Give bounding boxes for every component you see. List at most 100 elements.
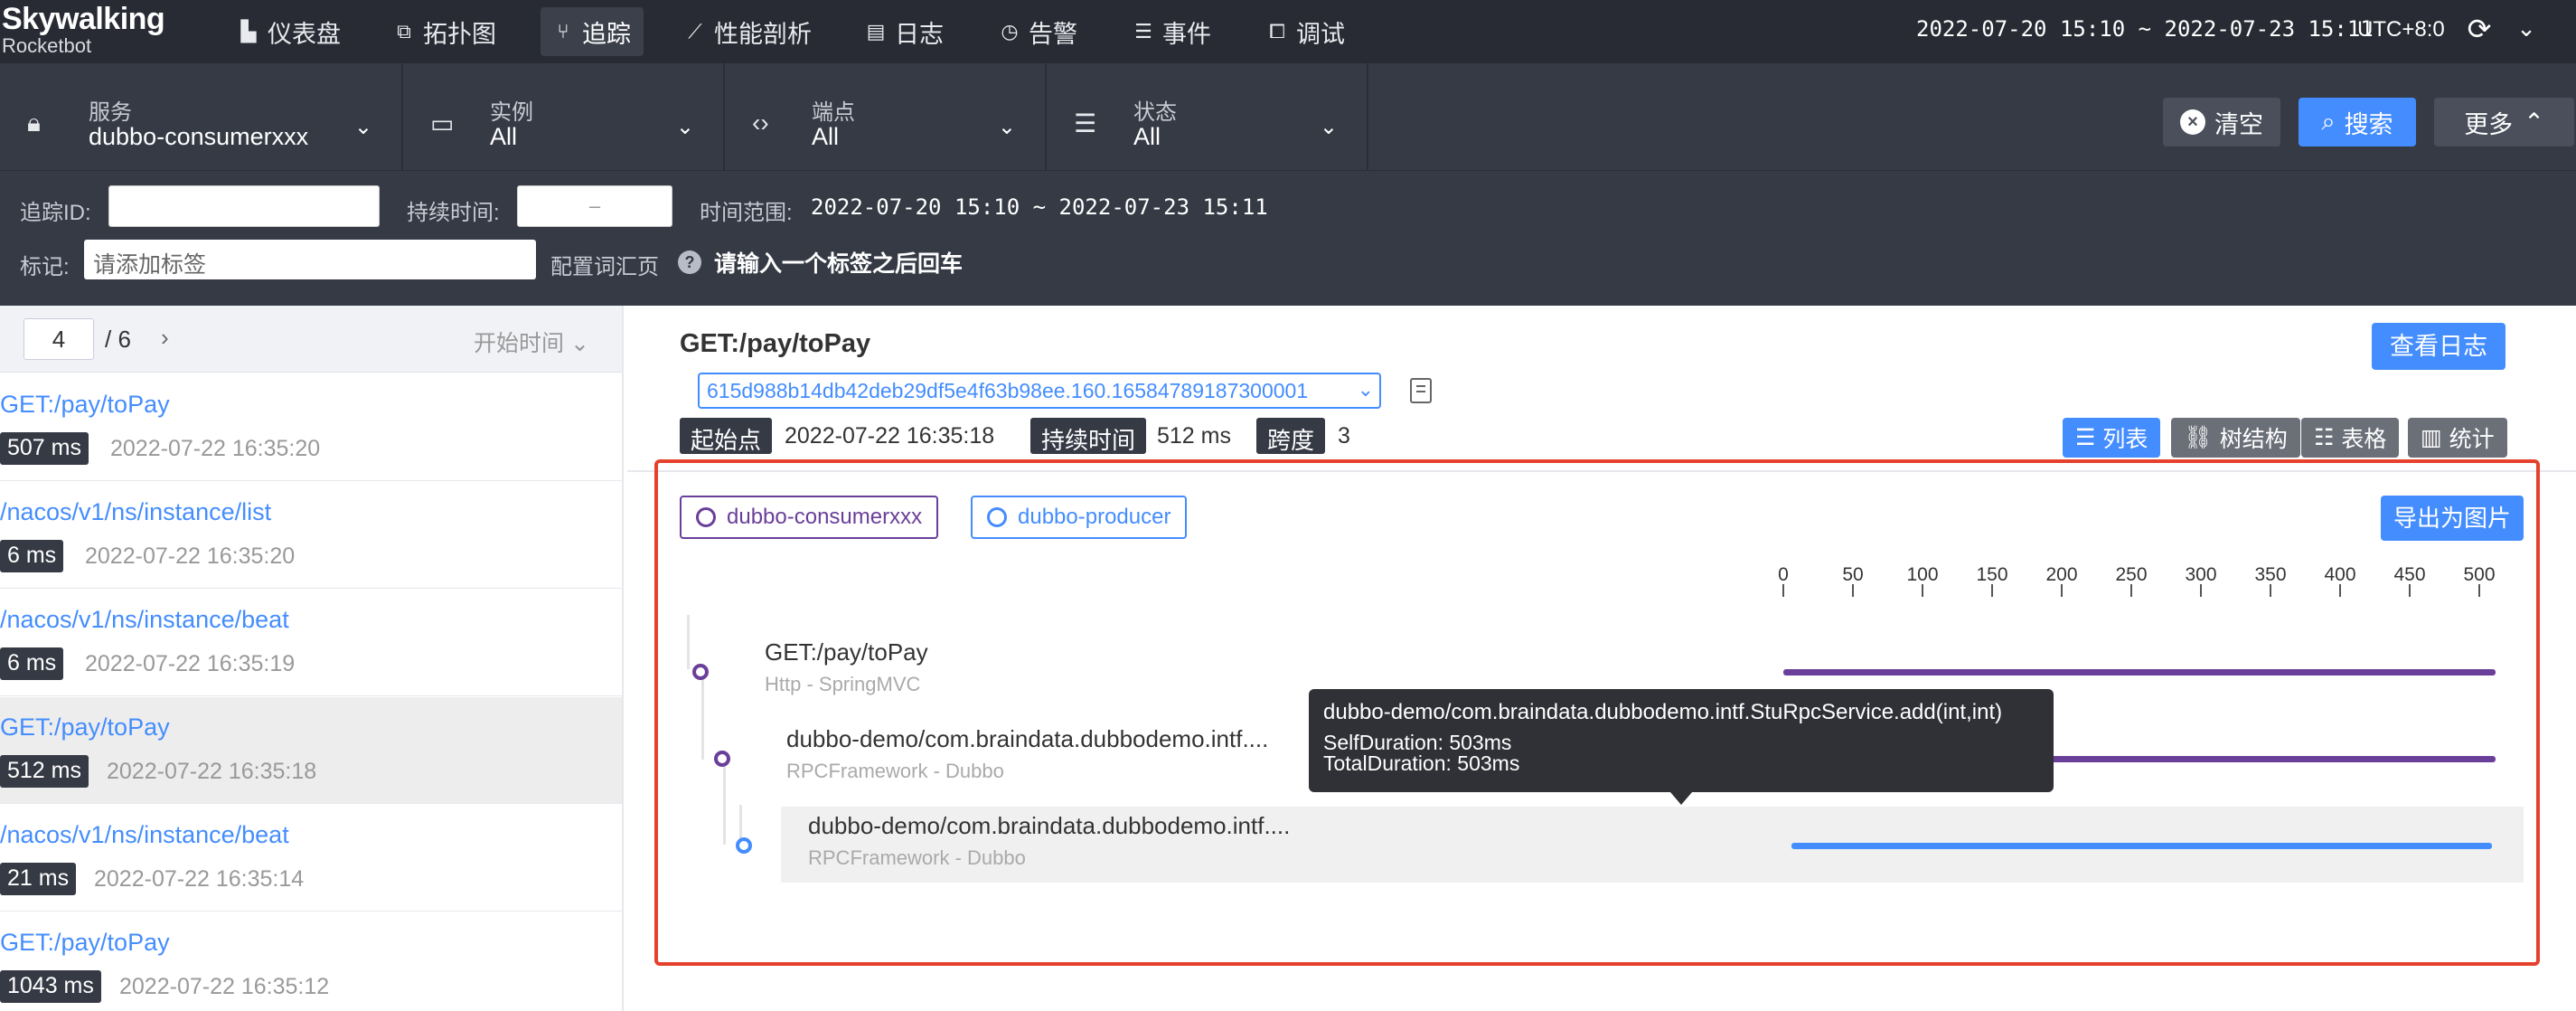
view-mode-table[interactable]: ☷ 表格 [2301, 418, 2400, 458]
axis-tick [1922, 584, 1923, 597]
service-icon: 🔒︎ [27, 109, 41, 137]
span-node-dot[interactable] [736, 837, 752, 854]
axis-tick-label: 300 [2185, 564, 2217, 585]
nav-item[interactable]: ◷ 告警 [987, 7, 1090, 56]
trace-name[interactable]: /nacos/v1/ns/instance/list [0, 498, 271, 526]
trace-list-item[interactable]: /nacos/v1/ns/instance/beat 21 ms 2022-07-2… [0, 805, 622, 912]
export-image-button[interactable]: 导出为图片 [2381, 496, 2524, 541]
trace-duration-badge: 512 ms [0, 755, 89, 788]
chevron-down-icon[interactable]: ⌄ [2511, 14, 2542, 45]
trace-list-item[interactable]: /nacos/v1/ns/instance/list 6 ms 2022-07-22… [0, 482, 622, 589]
span-name[interactable]: dubbo-demo/com.braindata.dubbodemo.intf.… [808, 812, 1290, 840]
trace-name[interactable]: /nacos/v1/ns/instance/beat [0, 821, 289, 849]
trace-list-item[interactable]: /nacos/v1/ns/instance/beat 6 ms 2022-07-22… [0, 590, 622, 696]
event-icon: ☰ [1134, 20, 1152, 43]
trace-id-input[interactable] [108, 185, 380, 227]
help-icon[interactable]: ? [678, 250, 701, 274]
nav-item-label: 拓扑图 [423, 20, 496, 48]
search-button[interactable]: ⌕ 搜索 [2299, 98, 2416, 146]
span-name[interactable]: dubbo-demo/com.braindata.dubbodemo.intf.… [786, 725, 1268, 753]
chevron-down-icon: ⌄ [1357, 378, 1374, 401]
nav-item[interactable]: ⧉ 拓扑图 [381, 7, 509, 56]
span-node-dot[interactable] [692, 664, 709, 680]
nav-item[interactable]: ⧠ 调试 [1255, 7, 1358, 56]
axis-tick [2130, 584, 2132, 597]
trace-name[interactable]: GET:/pay/toPay [0, 713, 170, 742]
tooltip-title: dubbo-demo/com.braindata.dubbodemo.intf.… [1323, 700, 2003, 724]
nav-item[interactable]: ☰ 事件 [1121, 7, 1224, 56]
sort-selector[interactable]: 开始时间 ⌄ [474, 326, 589, 358]
instance-value: All [490, 123, 518, 150]
stats-icon: ▥ [2421, 425, 2442, 450]
view-log-button[interactable]: 查看日志 [2372, 323, 2505, 370]
span-node-dot[interactable] [714, 751, 730, 767]
trace-name[interactable]: GET:/pay/toPay [0, 929, 170, 957]
logo[interactable]: Skywalking Rocketbot [2, 4, 165, 58]
log-icon: ▤ [866, 20, 886, 43]
axis-tick [2478, 584, 2480, 597]
page-total: / 6 [105, 326, 131, 353]
view-mode-label: 列表 [2102, 427, 2148, 452]
trace-name[interactable]: /nacos/v1/ns/instance/beat [0, 606, 289, 634]
span-duration-bar[interactable] [1783, 669, 2496, 676]
trace-duration-badge: 6 ms [0, 647, 64, 680]
tags-input[interactable]: 请添加标签 [84, 240, 536, 279]
axis-tick-label: 350 [2254, 564, 2287, 585]
axis-tick-label: 200 [2045, 564, 2078, 585]
chevron-right-icon[interactable]: › [161, 324, 169, 352]
view-mode-stats[interactable]: ▥ 统计 [2408, 418, 2507, 458]
duration-label: 持续时间: [407, 201, 500, 225]
copy-icon[interactable] [1410, 378, 1432, 403]
service-selector[interactable]: 🔒︎ 服务 dubbo-consumerxxx ⌄ [0, 63, 403, 170]
refresh-icon[interactable]: ⟳ [2463, 13, 2496, 45]
axis-tick [2270, 584, 2271, 597]
endpoint-selector[interactable]: ‹› 端点 All ⌄ [725, 63, 1047, 170]
page-input[interactable]: 4 [24, 318, 94, 360]
axis-tick-label: 500 [2463, 564, 2496, 585]
view-mode-label: 树结构 [2219, 427, 2288, 452]
more-label: 更多 [2464, 110, 2514, 138]
tag-hint: 请输入一个标签之后回车 [714, 251, 964, 277]
trace-list-item[interactable]: GET:/pay/toPay 1043 ms 2022-07-22 16:35:12 [0, 912, 622, 1011]
chevron-down-icon: ⌄ [353, 115, 372, 139]
service-value: dubbo-consumerxxx [89, 123, 309, 150]
time-range-value[interactable]: 2022-07-20 15:10 ~ 2022-07-23 15:11 [811, 194, 1268, 220]
trace-id-select[interactable]: 615d988b14db42deb29df5e4f63b98ee.160.165… [698, 373, 1381, 409]
nav-item[interactable]: ▤ 日志 [853, 7, 956, 56]
nav-item[interactable]: ▙ 仪表盘 [226, 7, 353, 56]
vocab-link[interactable]: 配置词汇页 [550, 249, 659, 280]
chevron-down-icon: ⌄ [1319, 115, 1338, 139]
service-tag-producer[interactable]: dubbo-producer [971, 496, 1188, 539]
time-range-picker[interactable]: 2022-07-20 15:10 ~ 2022-07-23 15:11 [1916, 16, 2374, 42]
nav-item[interactable]: ⟋ 性能剖析 [672, 7, 824, 56]
span-name[interactable]: GET:/pay/toPay [765, 638, 928, 666]
more-button[interactable]: 更多 ⌃ [2434, 98, 2574, 146]
trace-list-item[interactable]: GET:/pay/toPay 512 ms 2022-07-22 16:35:18 [0, 697, 622, 804]
chevron-down-icon: ⌄ [997, 115, 1016, 139]
axis-tick-label: 0 [1778, 564, 1789, 585]
view-mode-list[interactable]: ☰ 列表 [2063, 418, 2161, 458]
nav-item[interactable]: ⑂ 追踪 [541, 7, 644, 56]
axis-tick [2200, 584, 2202, 597]
tooltip-self-duration: SelfDuration: 503ms [1323, 731, 1512, 754]
view-mode-tree[interactable]: ⛓ 树结构 [2171, 418, 2300, 458]
trace-name[interactable]: GET:/pay/toPay [0, 391, 170, 419]
service-tag-consumer[interactable]: dubbo-consumerxxx [680, 496, 939, 539]
profile-icon: ⟋ [688, 20, 702, 43]
close-icon: × [2180, 109, 2205, 135]
trace-id-label: 追踪ID: [20, 201, 91, 225]
alarm-icon: ◷ [1001, 20, 1019, 43]
trace-list-item[interactable]: GET:/pay/toPay 507 ms 2022-07-22 16:35:20 [0, 374, 622, 481]
instance-selector[interactable]: ▭ 实例 All ⌄ [403, 63, 725, 170]
service-tag-label: dubbo-consumerxxx [727, 505, 923, 529]
status-selector[interactable]: ☰ 状态 All ⌄ [1047, 63, 1368, 170]
dashboard-icon: ▙ [240, 20, 257, 43]
time-range-label: 时间范围: [700, 201, 793, 225]
span-duration-bar[interactable] [1791, 843, 2492, 849]
clear-button[interactable]: × 清空 [2163, 98, 2280, 146]
duration-label: 持续时间 [1030, 418, 1147, 454]
timezone-label[interactable]: UTC+8:0 [2357, 17, 2445, 43]
duration-input[interactable]: – [517, 185, 672, 227]
axis-tick-label: 100 [1906, 564, 1939, 585]
trace-duration-badge: 507 ms [0, 432, 89, 465]
